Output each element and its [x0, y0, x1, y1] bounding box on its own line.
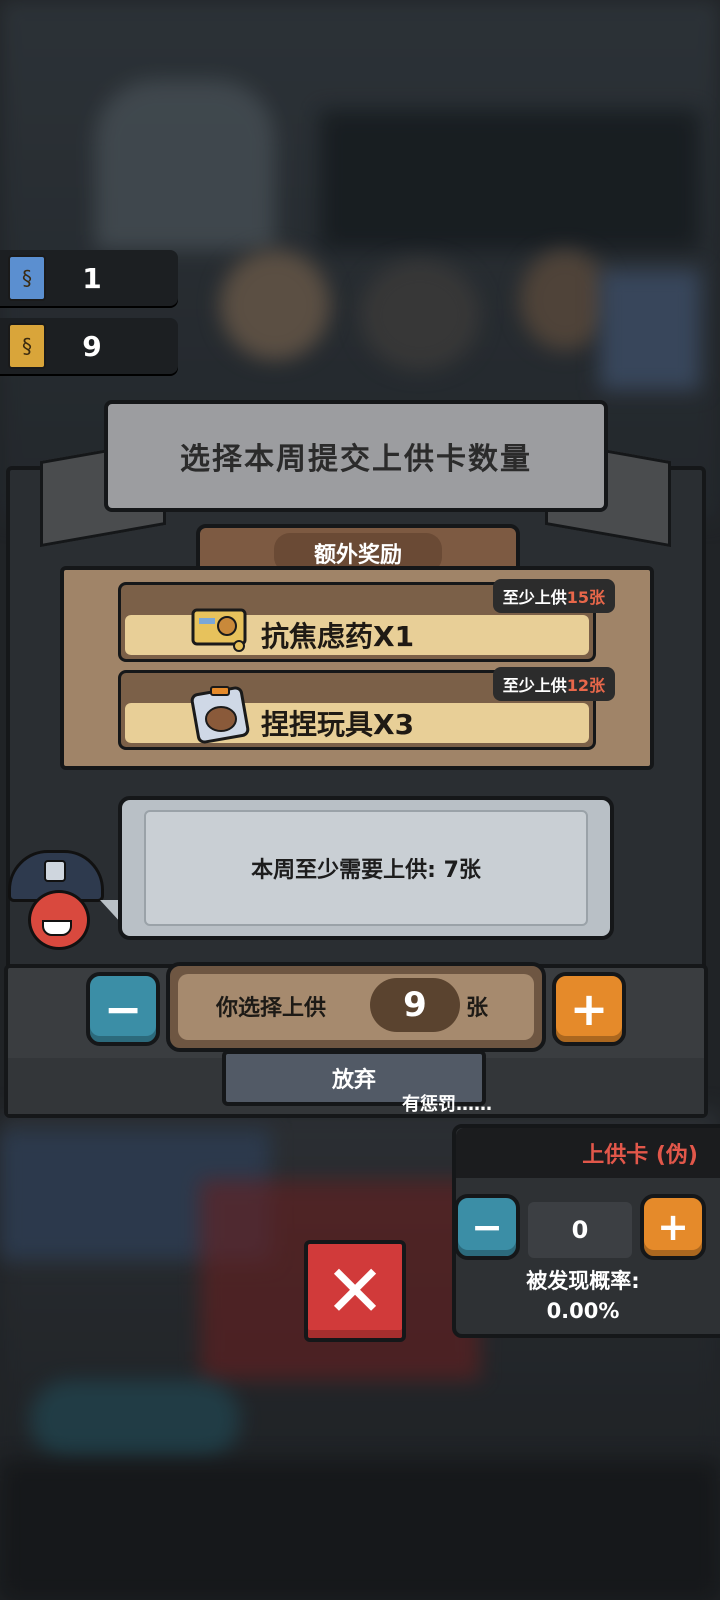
real-card-counter: § 1	[0, 250, 178, 306]
fake-card-count: 0	[528, 1202, 632, 1258]
fake-card-title: 上供卡 (伪)	[456, 1128, 720, 1178]
fake-card-panel: 上供卡 (伪) − 0 + 被发现概率: 0.00%	[452, 1124, 720, 1338]
tribute-count-panel: 你选择上供 9 张	[166, 962, 546, 1052]
close-x-icon: ✕	[324, 1249, 386, 1333]
blue-card-icon: §	[8, 255, 46, 301]
squeeze-toy-icon	[189, 686, 253, 744]
increase-button[interactable]: +	[552, 972, 626, 1046]
probability-value: 0.00%	[546, 1299, 620, 1323]
police-officer-avatar	[8, 850, 104, 950]
decrease-button[interactable]: −	[86, 972, 160, 1046]
close-button[interactable]: ✕	[304, 1240, 406, 1342]
reward-requirement: 至少上供 15张	[492, 579, 615, 613]
real-card-count: 1	[82, 261, 102, 295]
fake-card-increase-button[interactable]: +	[640, 1194, 706, 1260]
selector-suffix: 张	[466, 996, 489, 1021]
tribute-count-value: 9	[370, 978, 460, 1032]
probability-label: 被发现概率:	[526, 1269, 640, 1293]
speech-text: 本周至少需要上供: 7张	[144, 810, 588, 926]
gold-card-icon: §	[8, 323, 46, 369]
rewards-panel: 抗焦虑药X1 至少上供 15张 捏捏玩具X3 至少上供 12张	[60, 566, 654, 770]
reward-name: 抗焦虑药X1	[261, 620, 415, 653]
reward-name: 捏捏玩具X3	[261, 708, 415, 741]
selector-prefix: 你选择上供	[216, 996, 327, 1021]
discovery-probability: 被发现概率: 0.00%	[456, 1266, 710, 1326]
reward-requirement: 至少上供 12张	[492, 667, 615, 701]
reward-item: 捏捏玩具X3 至少上供 12张	[118, 667, 615, 750]
gold-card-counter: § 9	[0, 318, 178, 374]
fake-card-decrease-button[interactable]: −	[454, 1194, 520, 1260]
speech-bubble: 本周至少需要上供: 7张	[118, 796, 614, 940]
reward-item: 抗焦虑药X1 至少上供 15张	[118, 579, 615, 662]
give-up-penalty-note: 有惩罚……	[402, 1094, 492, 1115]
dialog-title: 选择本周提交上供卡数量	[104, 400, 608, 512]
medicine-pack-icon	[189, 599, 253, 655]
gold-card-count: 9	[82, 329, 102, 363]
